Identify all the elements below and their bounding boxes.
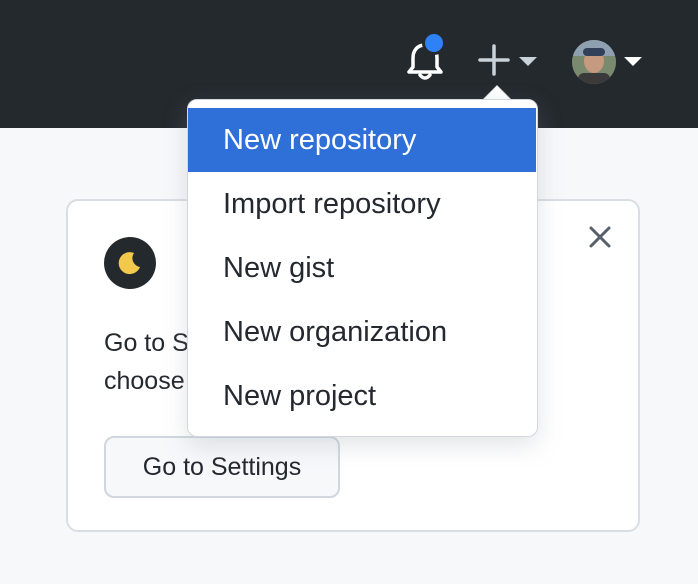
notification-indicator [422, 31, 446, 55]
create-caret-icon[interactable] [519, 57, 537, 66]
moon-icon [104, 237, 156, 289]
menu-item-new-repository[interactable]: New repository [188, 108, 536, 172]
menu-item-import-repository[interactable]: Import repository [188, 172, 536, 236]
dropdown-pointer [483, 86, 511, 100]
go-to-settings-button[interactable]: Go to Settings [104, 436, 340, 498]
avatar[interactable] [572, 40, 616, 84]
close-icon[interactable] [585, 222, 615, 252]
plus-icon[interactable] [476, 42, 512, 78]
menu-item-new-organization[interactable]: New organization [188, 300, 536, 364]
user-menu-caret-icon[interactable] [624, 57, 642, 66]
menu-item-new-project[interactable]: New project [188, 364, 536, 428]
menu-item-new-gist[interactable]: New gist [188, 236, 536, 300]
